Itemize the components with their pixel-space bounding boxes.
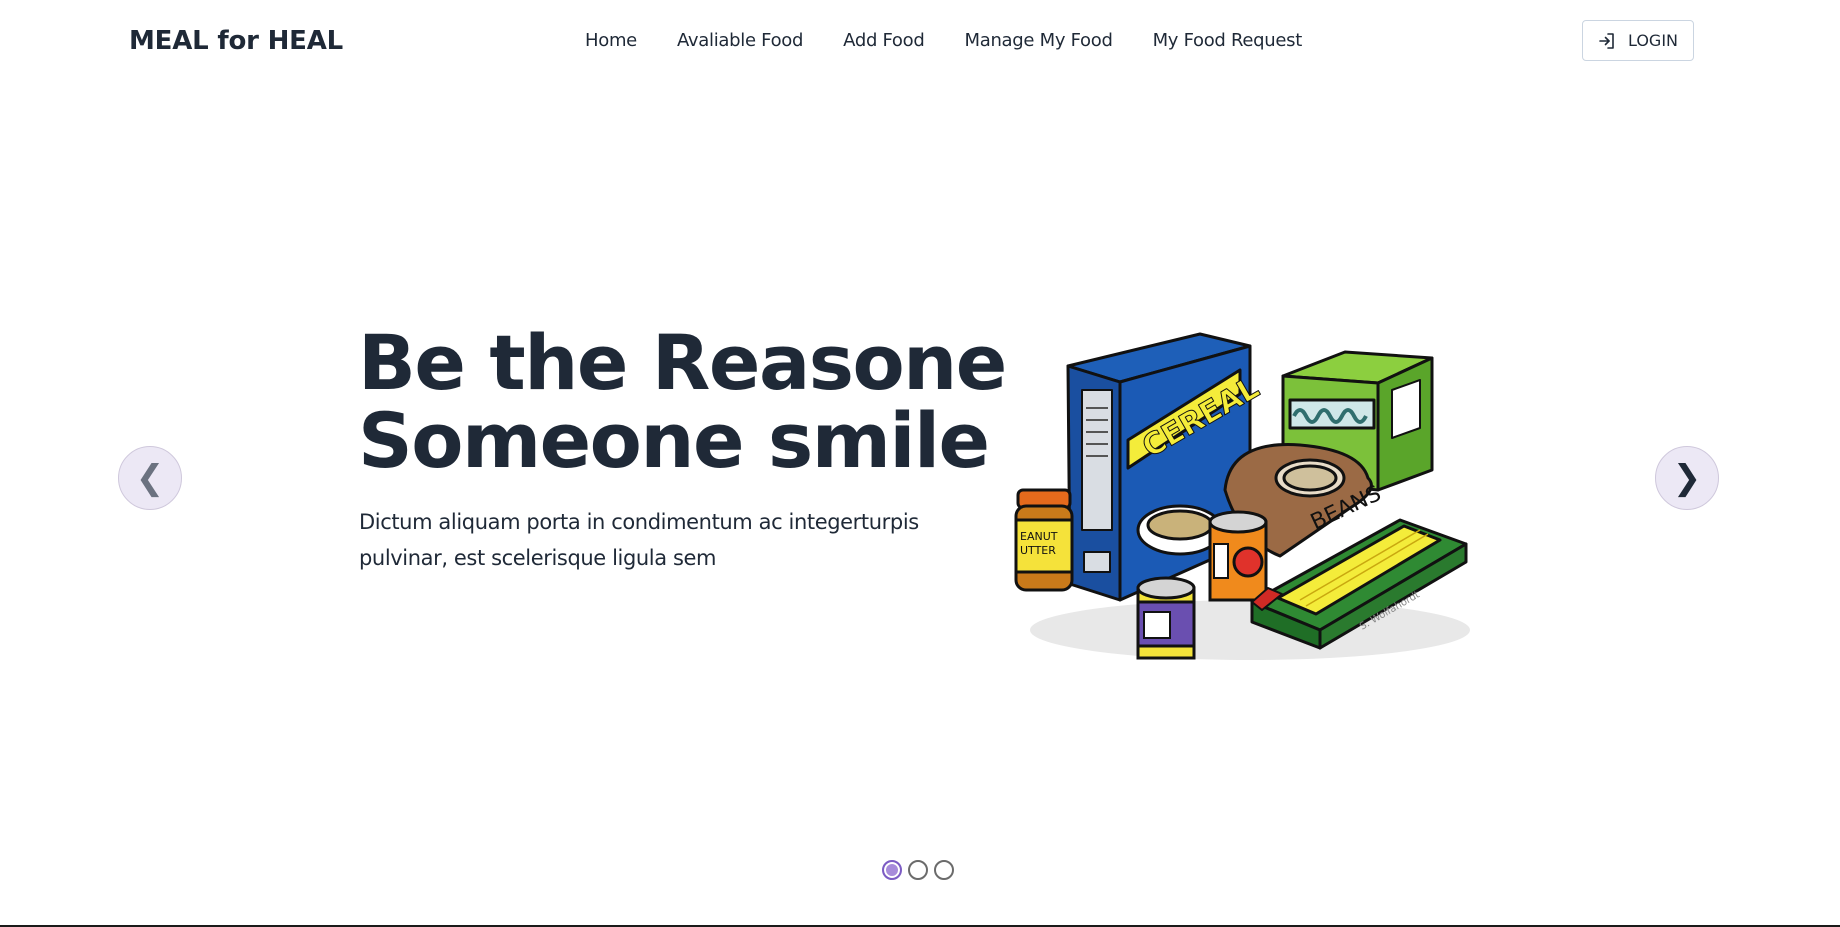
carousel-next-button[interactable]: ❯	[1655, 446, 1719, 510]
carousel-prev-button[interactable]: ❮	[118, 446, 182, 510]
carousel-dot-1[interactable]	[882, 860, 902, 880]
hero-title: Be the Reasone Someone smile	[358, 318, 1007, 485]
nav-links: Home Avaliable Food Add Food Manage My F…	[585, 30, 1302, 51]
hero-description: Dictum aliquam porta in condimentum ac i…	[359, 510, 919, 570]
nav-link-my-food-request[interactable]: My Food Request	[1153, 30, 1303, 51]
hero-title-line-2: Someone smile	[358, 396, 990, 485]
carousel-indicators	[882, 860, 954, 880]
nav-link-add-food[interactable]: Add Food	[843, 30, 925, 51]
brand-logo[interactable]: MEAL for HEAL	[129, 26, 343, 56]
chevron-right-icon: ❯	[1672, 458, 1702, 498]
groceries-illustration: CEREAL BEANS EANUT UTTER S. Wolfahordt	[1014, 332, 1470, 660]
chevron-left-icon: ❮	[135, 458, 165, 498]
nav-link-home[interactable]: Home	[585, 30, 637, 51]
login-button-label: LOGIN	[1627, 31, 1679, 50]
peanut-butter-label-1: EANUT	[1020, 530, 1058, 543]
hero-title-line-1: Be the Reasone	[358, 318, 1007, 407]
nav-link-manage-my-food[interactable]: Manage My Food	[964, 30, 1112, 51]
nav-link-available-food[interactable]: Avaliable Food	[677, 30, 803, 51]
page: MEAL for HEAL Home Avaliable Food Add Fo…	[0, 0, 1840, 925]
login-button[interactable]: LOGIN	[1582, 20, 1694, 61]
navbar: MEAL for HEAL Home Avaliable Food Add Fo…	[0, 0, 1840, 84]
carousel-dot-2[interactable]	[908, 860, 928, 880]
carousel-dot-3[interactable]	[934, 860, 954, 880]
peanut-butter-label-2: UTTER	[1020, 544, 1056, 557]
login-arrow-icon	[1598, 32, 1616, 50]
